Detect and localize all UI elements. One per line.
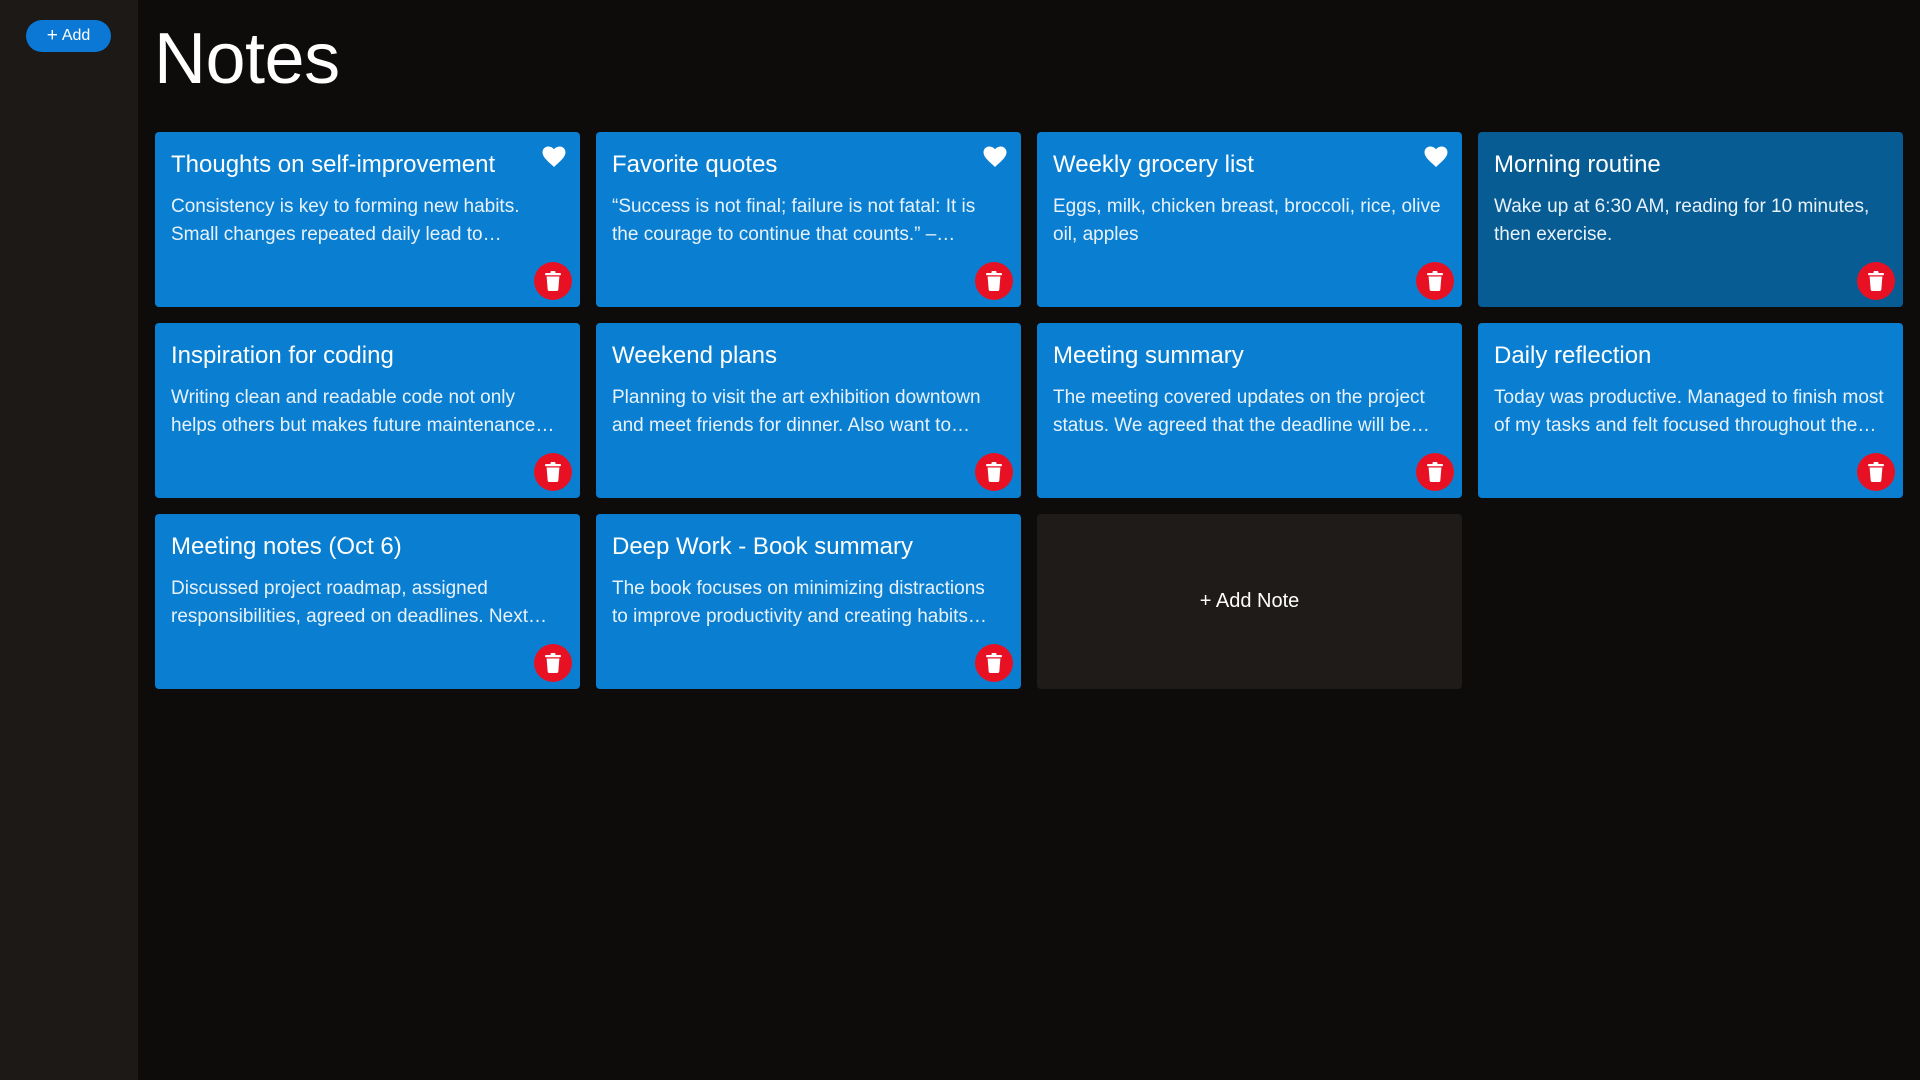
note-preview: The meeting covered updates on the proje… — [1053, 387, 1430, 436]
delete-button[interactable] — [1857, 262, 1895, 300]
note-card[interactable]: Morning routine Wake up at 6:30 AM, read… — [1478, 132, 1903, 307]
plus-icon: + — [46, 24, 58, 46]
note-preview: The book focuses on minimizing distracti… — [612, 578, 985, 627]
note-title: Inspiration for coding — [171, 342, 394, 369]
note-card[interactable]: Deep Work - Book summary The book focuse… — [596, 514, 1021, 689]
note-title: Meeting notes (Oct 6) — [171, 533, 402, 560]
trash-icon — [545, 653, 561, 673]
delete-button[interactable] — [1416, 262, 1454, 300]
trash-icon — [1868, 271, 1884, 291]
delete-button[interactable] — [975, 644, 1013, 682]
note-card[interactable]: Favorite quotes “Success is not final; f… — [596, 132, 1021, 307]
note-preview: Eggs, milk, chicken breast, broccoli, ri… — [1053, 196, 1441, 245]
note-preview: Planning to visit the art exhibition dow… — [612, 387, 981, 436]
note-title: Weekly grocery list — [1053, 151, 1254, 178]
notes-grid: Thoughts on self-improvement Consistency… — [155, 132, 1903, 689]
note-card[interactable]: Daily reflection Today was productive. M… — [1478, 323, 1903, 498]
note-card[interactable]: Meeting notes (Oct 6) Discussed project … — [155, 514, 580, 689]
page-title: Notes — [154, 19, 340, 99]
trash-icon — [986, 271, 1002, 291]
sidebar: + Add — [0, 0, 138, 1080]
delete-button[interactable] — [534, 453, 572, 491]
trash-icon — [1427, 462, 1443, 482]
trash-icon — [1427, 271, 1443, 291]
delete-button[interactable] — [534, 644, 572, 682]
trash-icon — [986, 653, 1002, 673]
note-title: Daily reflection — [1494, 342, 1652, 369]
trash-icon — [1868, 462, 1884, 482]
note-card[interactable]: Weekend plans Planning to visit the art … — [596, 323, 1021, 498]
delete-button[interactable] — [975, 453, 1013, 491]
note-title: Thoughts on self-improvement — [171, 151, 496, 178]
trash-icon — [545, 462, 561, 482]
note-card[interactable]: Inspiration for coding Writing clean and… — [155, 323, 580, 498]
add-note-card[interactable]: + Add Note — [1037, 514, 1462, 689]
delete-button[interactable] — [1416, 453, 1454, 491]
note-card[interactable]: Weekly grocery list Eggs, milk, chicken … — [1037, 132, 1462, 307]
note-title: Weekend plans — [612, 342, 777, 369]
note-title: Meeting summary — [1053, 342, 1244, 369]
note-title: Favorite quotes — [612, 151, 778, 178]
note-preview: “Success is not final; failure is not fa… — [612, 196, 976, 245]
heart-icon[interactable] — [983, 146, 1007, 168]
add-button[interactable]: + Add — [26, 20, 111, 52]
note-card[interactable]: Thoughts on self-improvement Consistency… — [155, 132, 580, 307]
note-title: Morning routine — [1494, 151, 1661, 178]
notes-app: + Add Notes Thoughts on self-improvement… — [0, 0, 1920, 1080]
delete-button[interactable] — [534, 262, 572, 300]
trash-icon — [986, 462, 1002, 482]
heart-icon[interactable] — [1424, 146, 1448, 168]
note-preview: Wake up at 6:30 AM, reading for 10 minut… — [1494, 196, 1870, 245]
add-note-label: + Add Note — [1199, 590, 1300, 612]
add-button-label: Add — [61, 27, 91, 44]
note-preview: Discussed project roadmap, assigned resp… — [171, 578, 547, 627]
delete-button[interactable] — [1857, 453, 1895, 491]
note-card[interactable]: Meeting summary The meeting covered upda… — [1037, 323, 1462, 498]
note-preview: Today was productive. Managed to finish … — [1494, 387, 1884, 436]
note-preview: Consistency is key to forming new habits… — [171, 196, 520, 245]
trash-icon — [545, 271, 561, 291]
delete-button[interactable] — [975, 262, 1013, 300]
note-preview: Writing clean and readable code not only… — [171, 387, 555, 436]
heart-icon[interactable] — [542, 146, 566, 168]
note-title: Deep Work - Book summary — [612, 533, 913, 560]
